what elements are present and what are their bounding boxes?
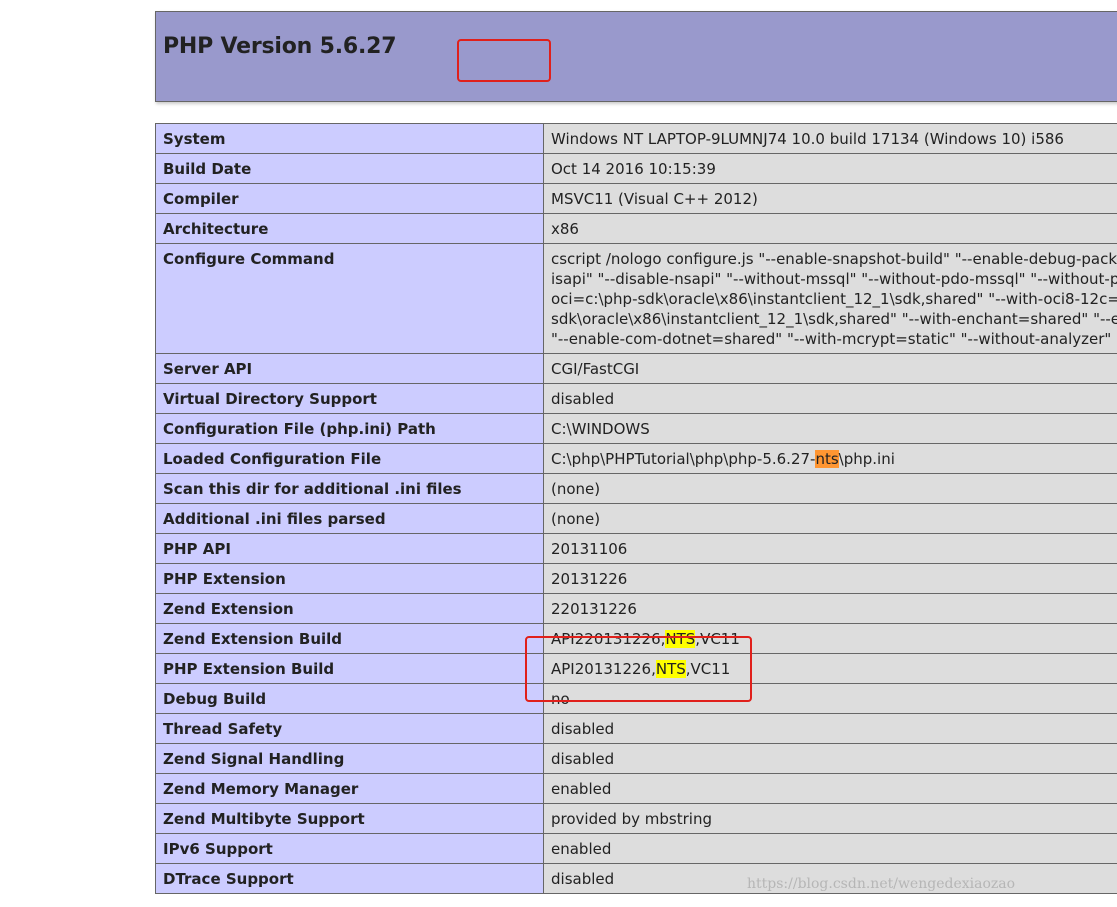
table-row: Zend Memory Manager enabled — [155, 773, 1117, 804]
row-label: Zend Multibyte Support — [155, 803, 544, 834]
value-text: API20131226, — [551, 660, 656, 678]
php-version-number: 5.6.27 — [319, 34, 397, 59]
table-row: Server API CGI/FastCGI — [155, 353, 1117, 384]
row-value: Oct 14 2016 10:15:39 — [543, 153, 1117, 184]
row-label: Compiler — [155, 183, 544, 214]
table-row: Scan this dir for additional .ini files … — [155, 473, 1117, 504]
row-label: PHP Extension Build — [155, 653, 544, 684]
configure-command-line: sdk\oracle\x86\instantclient_12_1\sdk,sh… — [551, 310, 1117, 328]
value-text: C:\php\PHPTutorial\php\php-5.6.27- — [551, 450, 816, 468]
row-label: Build Date — [155, 153, 544, 184]
row-label: Zend Extension Build — [155, 623, 544, 654]
table-row: Zend Extension 220131226 — [155, 593, 1117, 624]
version-annotation-box — [457, 39, 551, 82]
row-value: Windows NT LAPTOP-9LUMNJ74 10.0 build 17… — [543, 123, 1117, 154]
row-value: 20131226 — [543, 563, 1117, 594]
table-row: Configuration File (php.ini) Path C:\WIN… — [155, 413, 1117, 444]
table-row: Compiler MSVC11 (Visual C++ 2012) — [155, 183, 1117, 214]
row-value: disabled — [543, 863, 1117, 894]
value-text: ,VC11 — [685, 660, 731, 678]
configure-command-line: isapi" "--disable-nsapi" "--without-mssq… — [551, 270, 1117, 288]
table-row: System Windows NT LAPTOP-9LUMNJ74 10.0 b… — [155, 123, 1117, 154]
search-highlight-current: nts — [815, 450, 839, 468]
row-label: Zend Signal Handling — [155, 743, 544, 774]
table-row: Configure Command cscript /nologo config… — [155, 243, 1117, 354]
row-label: Loaded Configuration File — [155, 443, 544, 474]
table-row: Zend Extension Build API220131226,NTS,VC… — [155, 623, 1117, 654]
row-label: System — [155, 123, 544, 154]
row-value: disabled — [543, 743, 1117, 774]
row-label: Server API — [155, 353, 544, 384]
row-label: Zend Memory Manager — [155, 773, 544, 804]
table-row: PHP Extension Build API20131226,NTS,VC11 — [155, 653, 1117, 684]
configure-command-value: cscript /nologo configure.js "--enable-s… — [543, 243, 1117, 354]
loaded-config-file-value: C:\php\PHPTutorial\php\php-5.6.27-nts\ph… — [543, 443, 1117, 474]
table-row: DTrace Support disabled — [155, 863, 1117, 894]
row-value: MSVC11 (Visual C++ 2012) — [543, 183, 1117, 214]
row-label: IPv6 Support — [155, 833, 544, 864]
row-value: enabled — [543, 833, 1117, 864]
row-label: Configuration File (php.ini) Path — [155, 413, 544, 444]
row-value: no — [543, 683, 1117, 714]
row-label: Virtual Directory Support — [155, 383, 544, 414]
search-highlight: NTS — [665, 630, 696, 648]
row-value: (none) — [543, 473, 1117, 504]
table-row: PHP API 20131106 — [155, 533, 1117, 564]
value-text: ,VC11 — [695, 630, 740, 648]
row-label: Additional .ini files parsed — [155, 503, 544, 534]
row-label: Thread Safety — [155, 713, 544, 744]
table-row: Zend Signal Handling disabled — [155, 743, 1117, 774]
row-label: Configure Command — [155, 243, 544, 354]
row-label: DTrace Support — [155, 863, 544, 894]
page-title: PHP Version 5.6.27 — [163, 34, 397, 59]
row-label: Architecture — [155, 213, 544, 244]
row-label: Scan this dir for additional .ini files — [155, 473, 544, 504]
row-value: disabled — [543, 383, 1117, 414]
row-label: PHP API — [155, 533, 544, 564]
table-row: Loaded Configuration File C:\php\PHPTuto… — [155, 443, 1117, 474]
configure-command-line: cscript /nologo configure.js "--enable-s… — [551, 250, 1117, 268]
zend-extension-build-value: API220131226,NTS,VC11 — [543, 623, 1117, 654]
row-value: x86 — [543, 213, 1117, 244]
title-prefix: PHP Version — [163, 34, 320, 59]
table-row: Zend Multibyte Support provided by mbstr… — [155, 803, 1117, 834]
table-row: Thread Safety disabled — [155, 713, 1117, 744]
table-row: Additional .ini files parsed (none) — [155, 503, 1117, 534]
table-row: PHP Extension 20131226 — [155, 563, 1117, 594]
table-row: IPv6 Support enabled — [155, 833, 1117, 864]
php-extension-build-value: API20131226,NTS,VC11 — [543, 653, 1117, 684]
row-label: Zend Extension — [155, 593, 544, 624]
configure-command-line: oci=c:\php-sdk\oracle\x86\instantclient_… — [551, 290, 1117, 308]
configure-command-line: "--enable-com-dotnet=shared" "--with-mcr… — [551, 330, 1117, 348]
row-value: (none) — [543, 503, 1117, 534]
value-text: \php.ini — [838, 450, 895, 468]
row-value: provided by mbstring — [543, 803, 1117, 834]
row-label: Debug Build — [155, 683, 544, 714]
row-value: CGI/FastCGI — [543, 353, 1117, 384]
value-text: API220131226, — [551, 630, 666, 648]
table-row: Build Date Oct 14 2016 10:15:39 — [155, 153, 1117, 184]
row-value: enabled — [543, 773, 1117, 804]
php-info-table: System Windows NT LAPTOP-9LUMNJ74 10.0 b… — [155, 123, 1117, 894]
table-row: Debug Build no — [155, 683, 1117, 714]
row-value: disabled — [543, 713, 1117, 744]
table-row: Architecture x86 — [155, 213, 1117, 244]
search-highlight: NTS — [655, 660, 686, 678]
row-value: C:\WINDOWS — [543, 413, 1117, 444]
php-version-header: PHP Version 5.6.27 — [155, 11, 1117, 102]
row-label: PHP Extension — [155, 563, 544, 594]
row-value: 220131226 — [543, 593, 1117, 624]
table-row: Virtual Directory Support disabled — [155, 383, 1117, 414]
row-value: 20131106 — [543, 533, 1117, 564]
phpinfo-page: PHP Version 5.6.27 System Windows NT LAP… — [0, 0, 1117, 907]
